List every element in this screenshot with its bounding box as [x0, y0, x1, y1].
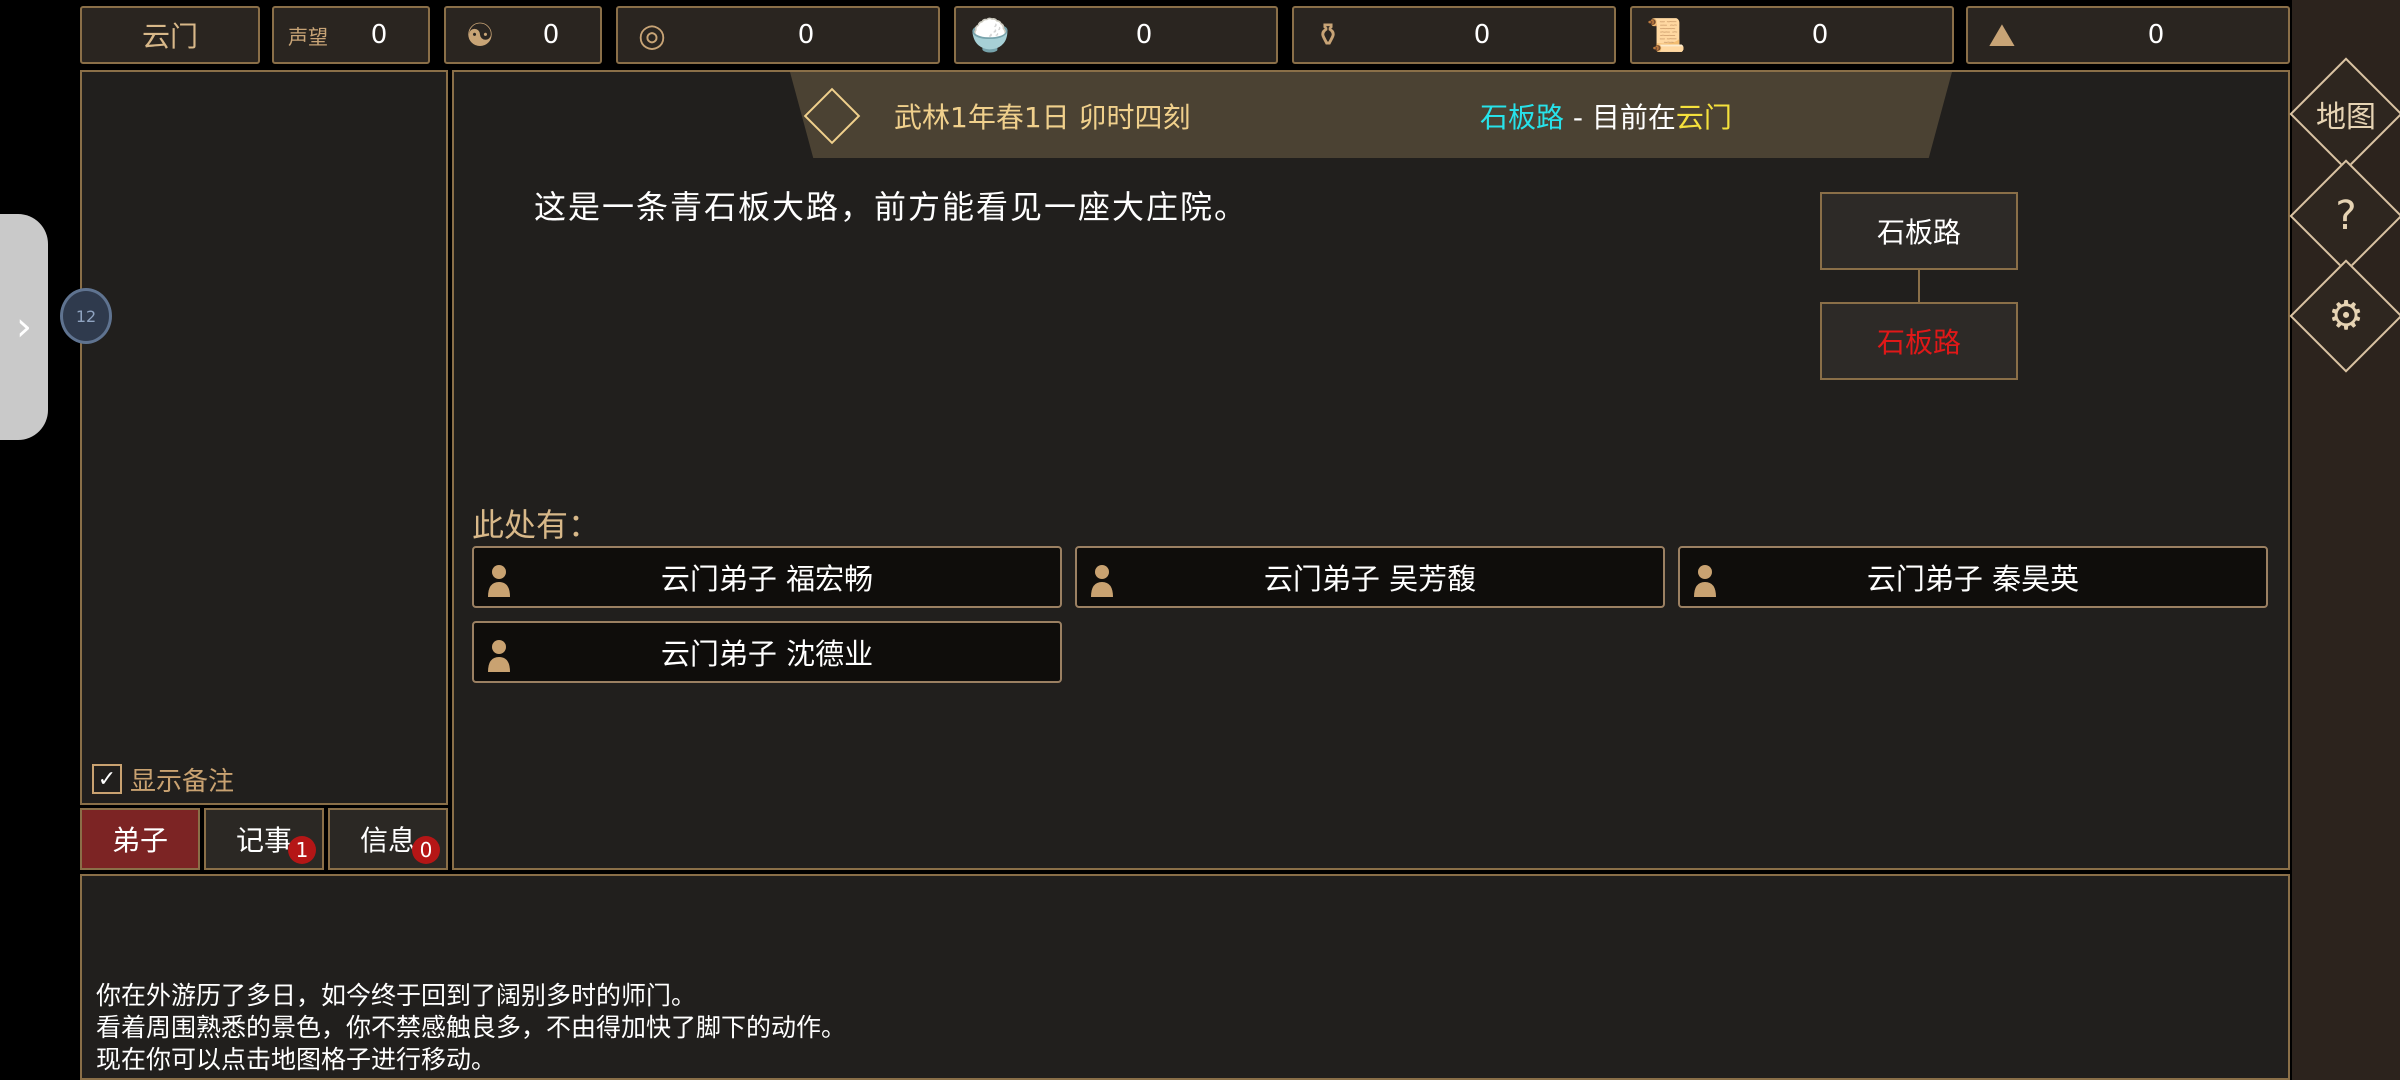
npc-button[interactable]: 云门弟子 秦昊英: [1678, 546, 2268, 608]
tab-notes[interactable]: 记事 1: [204, 808, 324, 870]
side-drawer-handle[interactable]: ›: [0, 214, 48, 440]
log-line: 现在你可以点击地图格子进行移动。: [96, 1045, 497, 1074]
gourd-counter[interactable]: ⚱ 0: [1292, 6, 1616, 64]
scroll-icon: 📜: [1646, 16, 1686, 54]
location-separator: - 目前在: [1564, 101, 1676, 134]
npc-name: 云门弟子 吴芳馥: [1263, 562, 1477, 596]
show-memo-checkbox[interactable]: ✓ 显示备注: [92, 762, 235, 797]
gourd-icon: ⚱: [1314, 16, 1342, 54]
help-icon[interactable]: ?: [2306, 176, 2386, 256]
coin-counter[interactable]: ◎ 0: [616, 6, 940, 64]
tab-messages[interactable]: 信息 0: [328, 808, 448, 870]
yin-yang-counter[interactable]: ☯ 0: [444, 6, 602, 64]
map-cell-label: 石板路: [1876, 216, 1961, 249]
ore-counter[interactable]: ⛰ 0: [1966, 6, 2290, 64]
disciple-list-panel: [80, 70, 448, 805]
floating-badge[interactable]: 12: [60, 288, 112, 344]
npc-button[interactable]: 云门弟子 福宏畅: [472, 546, 1062, 608]
person-icon: [1087, 557, 1117, 597]
reputation-counter[interactable]: 声望 0: [272, 6, 430, 64]
map-button[interactable]: 地图: [2306, 74, 2386, 154]
here-label: 此处有：: [472, 506, 601, 544]
gear-icon[interactable]: ⚙: [2306, 276, 2386, 356]
tab-label: 弟子: [111, 824, 168, 857]
map-cell-label: 石板路: [1876, 326, 1961, 359]
yin-yang-icon: ☯: [465, 16, 495, 54]
person-icon: [484, 632, 514, 672]
floating-badge-label: 12: [75, 306, 97, 326]
tab-label: 信息: [359, 824, 416, 857]
reputation-value: 0: [370, 20, 388, 50]
coin-icon: ◎: [638, 16, 666, 54]
food-counter[interactable]: 🍚 0: [954, 6, 1278, 64]
map-cell-current[interactable]: 石板路: [1820, 302, 2018, 380]
log-line: 看着周围熟悉的景色，你不禁感触良多，不由得加快了脚下的动作。: [96, 1013, 847, 1042]
person-icon: [1690, 557, 1720, 597]
notes-badge: 1: [288, 836, 316, 864]
log-line: 你在外游历了多日，如今终于回到了阔别多时的师门。: [96, 981, 697, 1010]
location-info: 石板路 - 目前在云门: [1480, 96, 1732, 136]
ore-icon: ⛰: [1988, 15, 2016, 54]
show-memo-label: 显示备注: [130, 766, 235, 797]
checkbox-checked-icon[interactable]: ✓: [92, 764, 122, 794]
food-bowl-icon: 🍚: [970, 16, 1010, 54]
location-name: 石板路: [1480, 101, 1565, 134]
npc-name: 云门弟子 秦昊英: [1866, 562, 2080, 596]
map-connector: [1918, 270, 1920, 302]
coin-value: 0: [797, 20, 815, 50]
tab-label: 记事: [235, 824, 292, 857]
game-date: 武林1年春1日 卯时四刻: [894, 101, 1191, 134]
gourd-value: 0: [1473, 20, 1491, 50]
person-icon: [484, 557, 514, 597]
chevron-right-icon: ›: [16, 304, 32, 350]
npc-name: 云门弟子 福宏畅: [660, 562, 874, 596]
food-value: 0: [1135, 20, 1153, 50]
npc-button[interactable]: 云门弟子 吴芳馥: [1075, 546, 1665, 608]
tab-disciples[interactable]: 弟子: [80, 808, 200, 870]
yin-yang-value: 0: [542, 20, 560, 50]
messages-badge: 0: [412, 836, 440, 864]
sect-name-button[interactable]: 云门: [80, 6, 260, 64]
reputation-icon: 声望: [288, 24, 328, 49]
npc-name: 云门弟子 沈德业: [660, 637, 874, 671]
scroll-counter[interactable]: 📜 0: [1630, 6, 1954, 64]
scroll-value: 0: [1811, 20, 1829, 50]
current-sect: 云门: [1675, 101, 1732, 134]
map-cell-north[interactable]: 石板路: [1820, 192, 2018, 270]
ore-value: 0: [2147, 20, 2165, 50]
scene-description: 这是一条青石板大路，前方能看见一座大庄院。: [534, 188, 1249, 226]
npc-button[interactable]: 云门弟子 沈德业: [472, 621, 1062, 683]
